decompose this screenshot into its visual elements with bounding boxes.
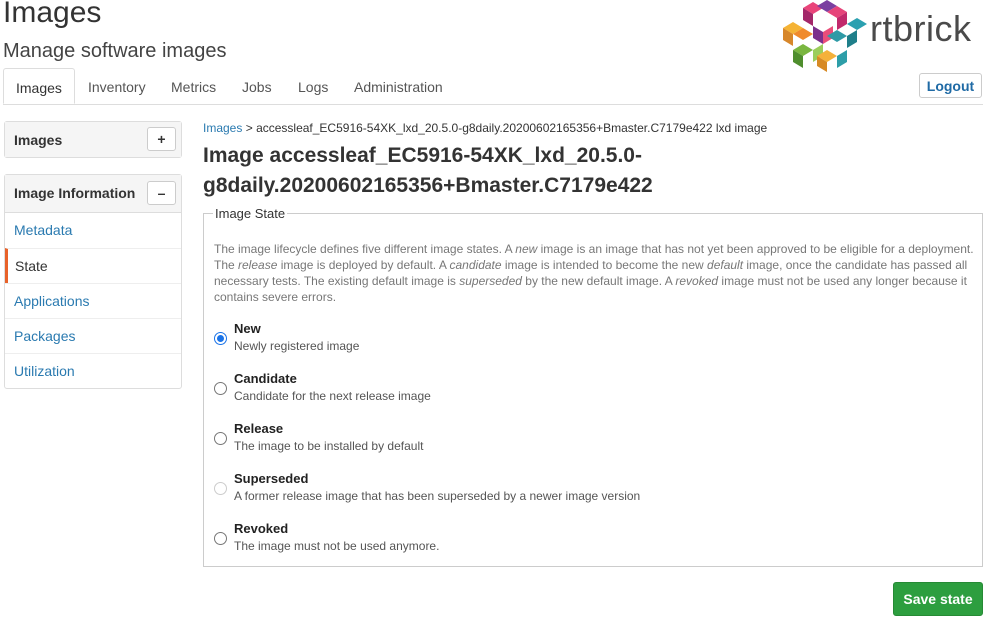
- save-state-button[interactable]: Save state: [893, 582, 983, 616]
- images-panel: Images +: [4, 121, 182, 158]
- collapse-button[interactable]: –: [147, 181, 176, 205]
- sidebar-item-metadata[interactable]: Metadata: [5, 213, 181, 248]
- new-radio[interactable]: [214, 332, 227, 345]
- images-panel-header: Images +: [5, 122, 181, 157]
- rtbrick-logo: rtbrick: [783, 0, 983, 72]
- state-option-superseded: Superseded A former release image that h…: [211, 471, 951, 511]
- image-information-panel: Image Information – Metadata State Appli…: [4, 174, 182, 389]
- superseded-radio: [214, 482, 227, 495]
- logo-text: rtbrick: [870, 8, 972, 49]
- image-information-title: Image Information: [14, 185, 136, 201]
- state-option-candidate[interactable]: Candidate Candidate for the next release…: [211, 371, 951, 411]
- main-tabs: Images Inventory Metrics Jobs Logs Admin…: [3, 68, 983, 105]
- state-description: The image lifecycle defines five differe…: [214, 242, 974, 304]
- option-title: Candidate: [234, 371, 297, 386]
- add-image-button[interactable]: +: [147, 127, 176, 151]
- breadcrumb: Images > accessleaf_EC5916-54XK_lxd_20.5…: [203, 121, 767, 135]
- image-state-legend: Image State: [215, 206, 286, 221]
- option-subtitle: The image to be installed by default: [234, 439, 424, 453]
- state-option-new[interactable]: New Newly registered image: [211, 321, 951, 361]
- sidebar-item-applications[interactable]: Applications: [5, 283, 181, 318]
- breadcrumb-current: accessleaf_EC5916-54XK_lxd_20.5.0-g8dail…: [256, 121, 768, 135]
- revoked-radio[interactable]: [214, 532, 227, 545]
- option-subtitle: A former release image that has been sup…: [234, 489, 641, 503]
- tab-logs[interactable]: Logs: [286, 68, 340, 104]
- tab-images[interactable]: Images: [3, 68, 75, 104]
- option-title: Superseded: [234, 471, 309, 486]
- images-panel-title: Images: [14, 132, 63, 148]
- option-subtitle: Newly registered image: [234, 339, 360, 353]
- tab-administration[interactable]: Administration: [342, 68, 455, 104]
- sidebar-item-packages[interactable]: Packages: [5, 318, 181, 353]
- option-title: Release: [234, 421, 284, 436]
- breadcrumb-images-link[interactable]: Images: [203, 121, 242, 135]
- option-title: New: [234, 321, 261, 336]
- state-option-revoked[interactable]: Revoked The image must not be used anymo…: [211, 521, 951, 561]
- option-title: Revoked: [234, 521, 289, 536]
- image-state-fieldset: Image State The image lifecycle defines …: [203, 206, 983, 567]
- release-radio[interactable]: [214, 432, 227, 445]
- page-subtitle: Manage software images: [3, 40, 227, 62]
- brick-cube-icon: [783, 0, 867, 72]
- breadcrumb-separator: >: [245, 121, 253, 135]
- sidebar-item-utilization[interactable]: Utilization: [5, 353, 181, 388]
- sidebar-item-state[interactable]: State: [5, 248, 181, 283]
- candidate-radio[interactable]: [214, 382, 227, 395]
- option-subtitle: The image must not be used anymore.: [234, 539, 440, 553]
- image-information-header: Image Information –: [5, 175, 181, 213]
- state-option-release[interactable]: Release The image to be installed by def…: [211, 421, 951, 461]
- tab-jobs[interactable]: Jobs: [230, 68, 284, 104]
- tab-inventory[interactable]: Inventory: [76, 68, 158, 104]
- tab-metrics[interactable]: Metrics: [159, 68, 228, 104]
- option-subtitle: Candidate for the next release image: [234, 389, 431, 403]
- page-title: Image accessleaf_EC5916-54XK_lxd_20.5.0-…: [203, 144, 653, 197]
- page-heading: Images: [3, 0, 102, 29]
- logout-button[interactable]: Logout: [919, 73, 982, 98]
